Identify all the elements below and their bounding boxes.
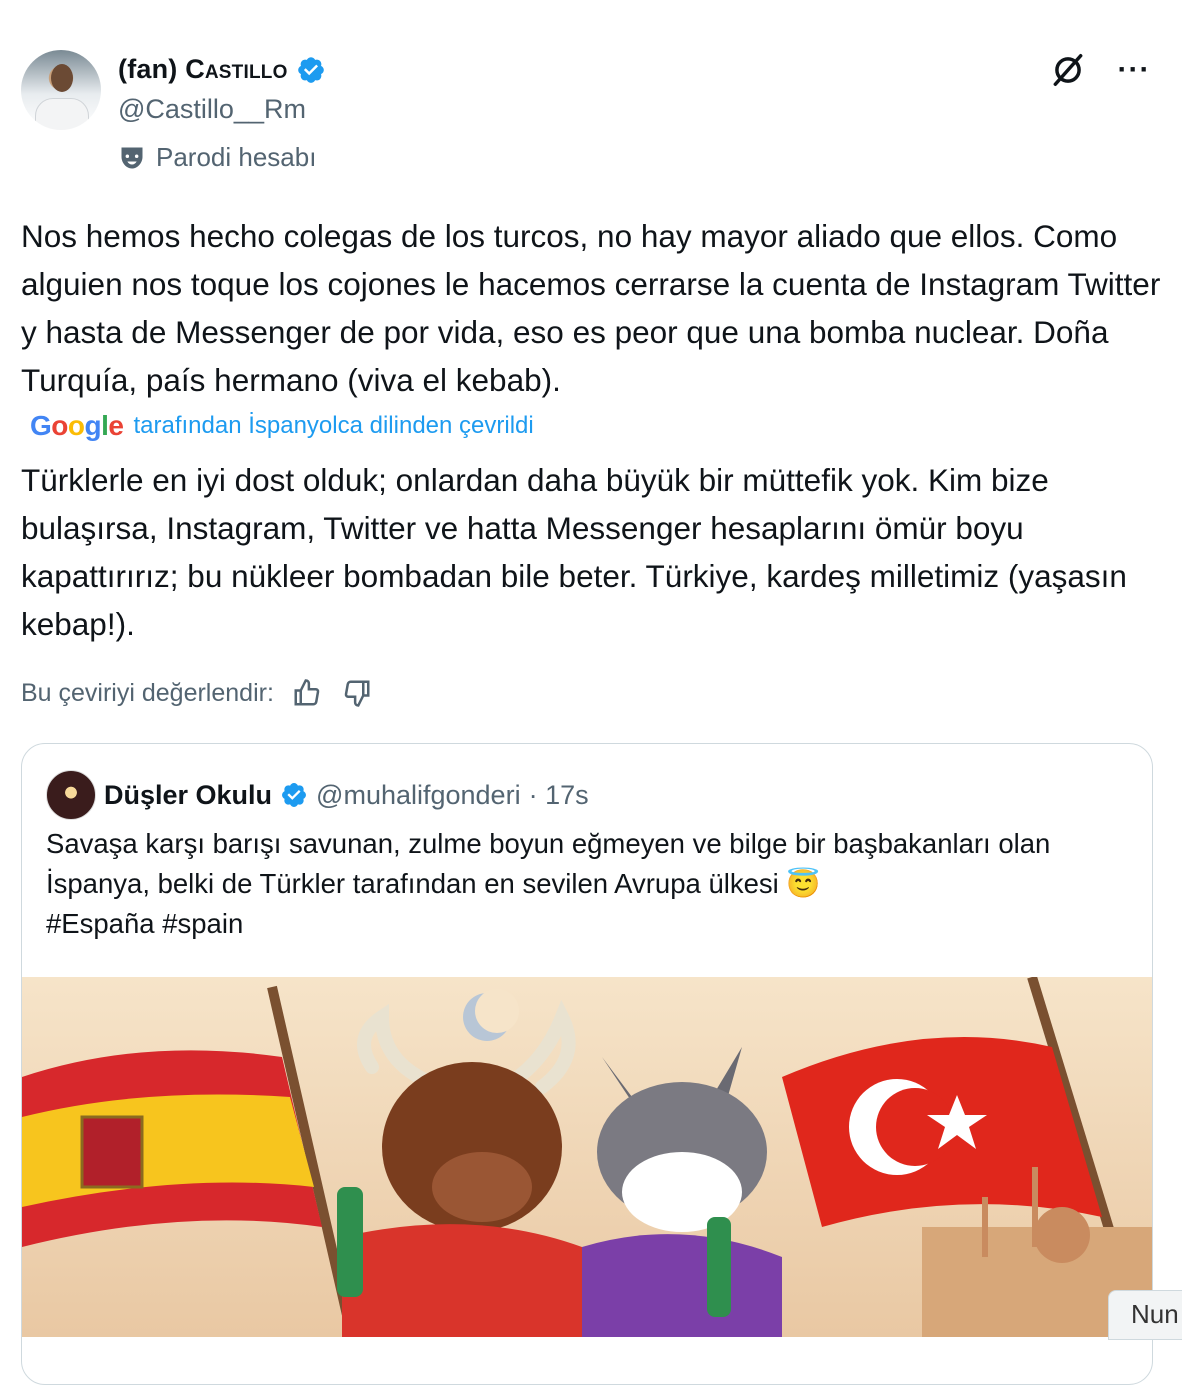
quoted-tweet-card[interactable]: Düşler Okulu @muhalifgonderi · 17s Savaş… [21,743,1153,1385]
author-name-main: Castillo [185,54,288,84]
theater-mask-icon [121,147,143,168]
quoted-tweet-time[interactable]: · 17s [529,780,589,811]
quoted-author-avatar[interactable] [46,770,96,820]
quoted-tweet-hashtags[interactable]: #España #spain [46,904,1126,944]
tweet-translated-text: Türklerle en iyi dost olduk; onlardan da… [21,462,1127,642]
translation-notice-text: tarafından İspanyolca dilinden çevrildi [133,412,534,439]
author-name-prefix: (fan) [118,54,186,84]
grok-icon[interactable] [1048,50,1088,90]
rate-translation-row: Bu çeviriyi değerlendir: [21,676,374,710]
verified-badge-icon [282,783,307,807]
more-options-icon[interactable]: ··· [1114,50,1154,90]
google-logo-icon: Google [30,410,124,441]
tweet-top-actions: ··· [1048,50,1154,90]
author-handle[interactable]: @Castillo__Rm [118,94,306,125]
author-avatar[interactable] [21,50,101,130]
overlay-chip[interactable]: Nun [1108,1290,1182,1340]
quoted-tweet-text: Savaşa karşı barışı savunan, zulme boyun… [46,824,1126,944]
author-name[interactable]: (fan) Castillo [118,54,288,85]
quoted-tweet-header: Düşler Okulu @muhalifgonderi · 17s [46,770,589,820]
verified-badge-icon[interactable] [296,55,326,85]
translation-notice[interactable]: Google tarafından İspanyolca dilinden çe… [30,410,534,442]
parody-label: Parodi hesabı [156,142,317,172]
tweet-original-text: Nos hemos hecho colegas de los turcos, n… [21,218,1161,398]
parody-label-row: Parodi hesabı [118,142,316,173]
quoted-author-handle[interactable]: @muhalifgonderi [316,780,521,811]
quoted-tweet-body: Savaşa karşı barışı savunan, zulme boyun… [46,828,1051,899]
rate-translation-label: Bu çeviriyi değerlendir: [21,678,274,707]
quoted-tweet-image[interactable] [22,977,1152,1337]
thumbs-up-icon[interactable] [290,676,324,710]
author-name-row: (fan) Castillo [118,54,326,85]
avatar-head [51,64,73,92]
quoted-author-name[interactable]: Düşler Okulu [104,780,272,811]
avatar-shirt [35,98,89,130]
thumbs-down-icon[interactable] [340,676,374,710]
